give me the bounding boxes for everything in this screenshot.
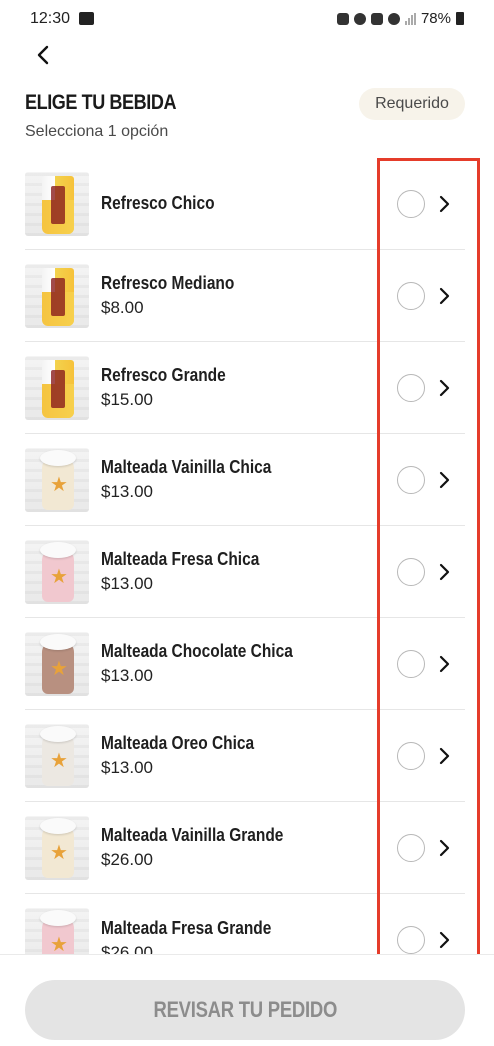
chevron-right-icon[interactable] [437,836,451,860]
drink-image: ★ [25,908,89,954]
cup-icon: ★ [40,910,76,954]
radio-button[interactable] [397,834,425,862]
star-icon: ★ [50,749,68,772]
list-item[interactable]: Refresco Chico [25,158,465,250]
radio-button[interactable] [397,374,425,402]
star-icon: ★ [50,841,68,864]
item-name: Malteada Vainilla Grande [101,825,284,845]
list-item[interactable]: Refresco Mediano $8.00 [25,250,465,342]
page-title: ELIGE TU BEBIDA [25,91,177,114]
list-item[interactable]: ★ Malteada Fresa Chica $13.00 [25,526,465,618]
cup-icon: ★ [40,541,76,602]
review-order-label: REVISAR TU PEDIDO [153,997,337,1022]
status-bar: 12:30 78% [0,0,494,40]
brand-logo [51,369,65,408]
cup-icon: ★ [40,633,76,694]
chevron-right-icon[interactable] [437,284,451,308]
required-badge: Requerido [359,88,465,120]
list-item[interactable]: ★ Malteada Oreo Chica $13.00 [25,710,465,802]
radio-button[interactable] [397,282,425,310]
star-icon: ★ [50,473,68,496]
cup-icon: ★ [40,449,76,510]
status-time: 12:30 [30,10,71,27]
alarm-icon [353,12,366,25]
bottom-bar: REVISAR TU PEDIDO [0,954,494,1046]
battery-text: 78% [420,10,451,27]
list-item[interactable]: ★ Malteada Vainilla Grande $26.00 [25,802,465,894]
drink-image [25,355,89,420]
item-name: Malteada Fresa Grande [101,917,272,938]
page-subtitle: Selecciona 1 opción [25,123,169,140]
cup-icon [42,359,74,418]
cup-icon: ★ [40,725,76,786]
brand-logo [51,185,65,224]
item-name: Malteada Chocolate Chica [101,641,293,661]
drink-image: ★ [25,631,89,696]
cup-icon [42,175,74,234]
drink-image: ★ [25,723,89,788]
radio-button[interactable] [397,466,425,494]
battery-icon [456,12,464,25]
cup-icon: ★ [40,817,76,878]
chevron-left-icon [37,45,49,65]
drink-options-list: Refresco Chico Refresco Mediano $8.00 Refre… [25,158,465,954]
chevron-right-icon[interactable] [437,468,451,492]
radio-button[interactable] [397,190,425,218]
item-name: Refresco Grande [101,365,226,385]
list-item[interactable]: ★ Malteada Vainilla Chica $13.00 [25,434,465,526]
drink-image: ★ [25,447,89,512]
list-item[interactable]: Refresco Grande $15.00 [25,342,465,434]
radio-button[interactable] [397,742,425,770]
mute-icon [370,12,383,25]
chevron-right-icon[interactable] [437,928,451,952]
item-name: Malteada Oreo Chica [101,733,255,753]
item-name: Malteada Fresa Chica [101,549,260,569]
radio-button[interactable] [397,926,425,954]
chevron-right-icon[interactable] [437,744,451,768]
radio-button[interactable] [397,558,425,586]
brand-logo [51,277,65,316]
drink-image: ★ [25,815,89,880]
chevron-right-icon[interactable] [437,560,451,584]
lock-icon [336,12,349,25]
image-icon [79,12,94,25]
item-name: Refresco Mediano [101,273,235,293]
list-item[interactable]: ★ Malteada Fresa Grande $26.00 [25,894,465,954]
star-icon: ★ [50,934,68,954]
status-icons: 78% [336,10,464,27]
item-name: Malteada Vainilla Chica [101,457,272,477]
signal-icon [404,12,416,25]
drink-image: ★ [25,539,89,604]
radio-button[interactable] [397,650,425,678]
drink-image [25,171,89,236]
star-icon: ★ [50,565,68,588]
chevron-right-icon[interactable] [437,192,451,216]
item-name: Refresco Chico [101,193,215,213]
back-button[interactable] [30,40,58,70]
cup-icon [42,267,74,326]
list-item[interactable]: ★ Malteada Chocolate Chica $13.00 [25,618,465,710]
wifi-icon [387,12,400,25]
drink-image [25,263,89,328]
review-order-button[interactable]: REVISAR TU PEDIDO [25,980,465,1040]
chevron-right-icon[interactable] [437,376,451,400]
chevron-right-icon[interactable] [437,652,451,676]
star-icon: ★ [50,657,68,680]
